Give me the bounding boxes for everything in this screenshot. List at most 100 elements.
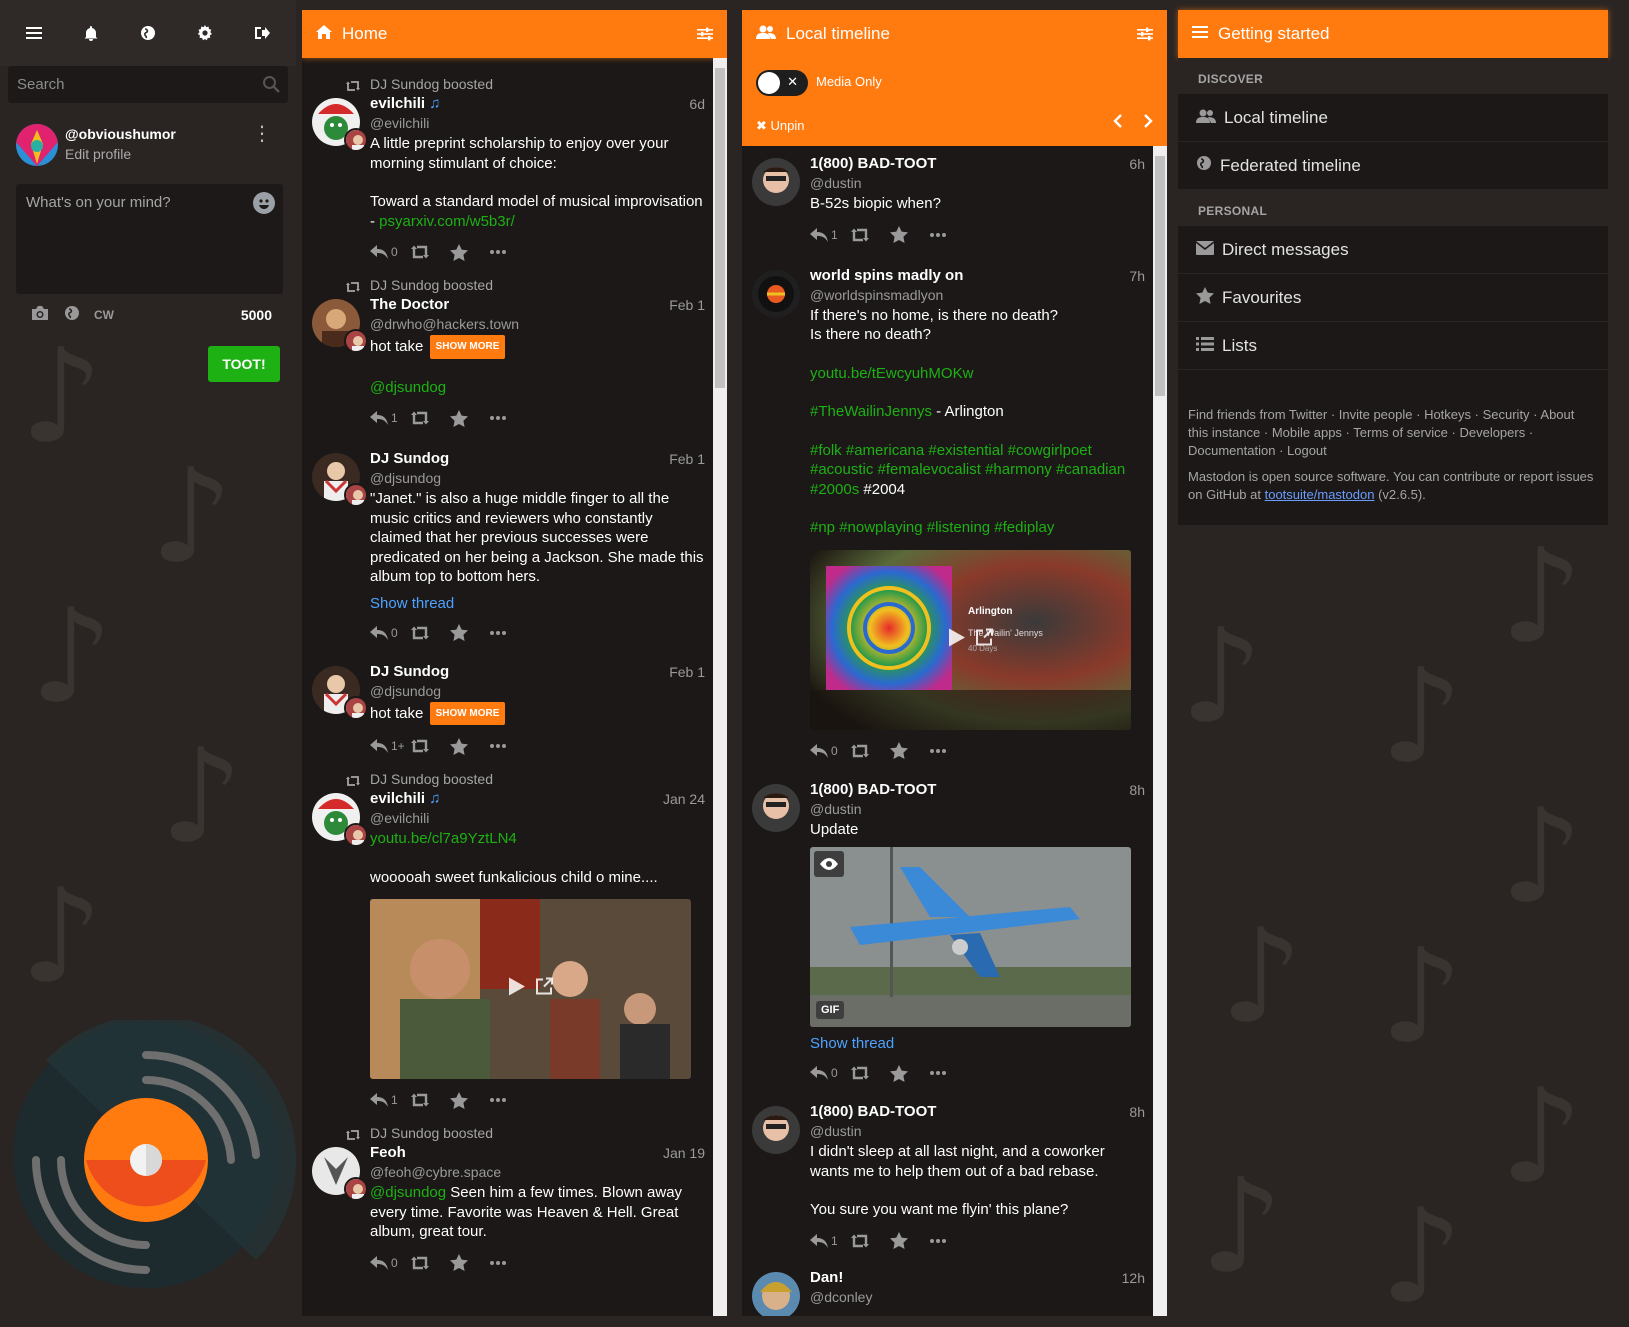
play-icon[interactable] (948, 628, 965, 651)
avatar[interactable] (312, 793, 368, 847)
boost-button[interactable] (410, 739, 450, 753)
display-name[interactable]: 1(800) BAD-TOOT (810, 780, 1145, 800)
toot-button[interactable]: TOOT! (208, 346, 280, 382)
account-handle[interactable]: @dconley (810, 1288, 1145, 1306)
boost-button[interactable] (410, 1256, 450, 1270)
display-name[interactable]: Feoh (370, 1143, 705, 1163)
display-name[interactable]: world spins madly on (810, 266, 1145, 286)
boost-button[interactable] (410, 626, 450, 640)
chevron-right-icon[interactable] (1143, 114, 1153, 133)
boost-button[interactable] (410, 245, 450, 259)
display-name[interactable]: Dan! (810, 1268, 1145, 1288)
favourite-button[interactable] (450, 1091, 490, 1109)
account-handle[interactable]: @drwho@hackers.town (370, 315, 705, 333)
reply-button[interactable]: 0 (370, 245, 410, 259)
avatar[interactable] (752, 269, 800, 318)
account-handle[interactable]: @djsundog (370, 682, 705, 700)
reply-button[interactable]: 1 (370, 411, 410, 425)
boost-button[interactable] (850, 228, 890, 242)
avatar[interactable] (312, 299, 368, 353)
timestamp[interactable]: Jan 24 (663, 789, 705, 809)
sliders-icon[interactable] (697, 27, 713, 41)
footer-link[interactable]: Developers (1459, 425, 1525, 440)
nav-federated-timeline[interactable]: Federated timeline (1178, 142, 1608, 190)
chevron-left-icon[interactable] (1113, 114, 1123, 133)
favourite-button[interactable] (450, 409, 490, 427)
boost-button[interactable] (850, 1066, 890, 1080)
timestamp[interactable]: 8h (1129, 1102, 1145, 1122)
status-item[interactable]: world spins madly on @worldspinsmadlyon … (742, 266, 1167, 766)
timestamp[interactable]: Feb 1 (669, 295, 705, 315)
more-icon[interactable] (490, 416, 530, 420)
footer-link[interactable]: Invite people (1339, 407, 1413, 422)
edit-profile-link[interactable]: Edit profile (65, 146, 131, 162)
column-header-home[interactable]: Home (302, 10, 727, 58)
show-more-button[interactable]: SHOW MORE (429, 335, 506, 359)
status-item[interactable]: 1(800) BAD-TOOT @dustin 6h B-52s biopic … (742, 154, 1167, 250)
globe-icon[interactable] (128, 13, 168, 53)
show-more-button[interactable]: SHOW MORE (429, 701, 506, 725)
display-name[interactable]: 1(800) BAD-TOOT (810, 154, 1145, 174)
globe-icon[interactable] (64, 305, 80, 326)
hashtag-link[interactable]: #acoustic #femalevocalist #harmony #cana… (810, 461, 1125, 478)
footer-link[interactable]: Hotkeys (1424, 407, 1471, 422)
account-handle[interactable]: @obvioushumor (65, 126, 176, 142)
status-item[interactable]: DJ Sundog boosted evilchili ♫ @evilchili… (302, 72, 727, 267)
favourite-button[interactable] (450, 737, 490, 755)
more-icon[interactable] (930, 748, 970, 753)
hashtag-link[interactable]: #TheWailinJennys (810, 403, 932, 420)
emoji-picker-icon[interactable] (253, 192, 275, 214)
avatar[interactable] (16, 124, 58, 166)
column-header-local[interactable]: Local timeline (742, 10, 1167, 58)
external-link-icon[interactable] (975, 628, 993, 651)
timestamp[interactable]: 6h (1129, 154, 1145, 174)
favourite-button[interactable] (450, 624, 490, 641)
avatar[interactable] (752, 1271, 800, 1316)
footer-link[interactable]: Logout (1287, 443, 1327, 458)
sliders-icon[interactable] (1137, 27, 1153, 41)
timestamp[interactable]: 8h (1129, 780, 1145, 800)
favourite-button[interactable] (890, 1064, 930, 1082)
column-header-getting-started[interactable]: Getting started (1178, 10, 1608, 58)
avatar[interactable] (312, 98, 368, 152)
timestamp[interactable]: 7h (1129, 266, 1145, 286)
footer-link[interactable]: Mobile apps (1272, 425, 1342, 440)
show-thread-link[interactable]: Show thread (810, 1035, 1145, 1052)
external-link-icon[interactable] (535, 977, 553, 1001)
favourite-button[interactable] (450, 1254, 490, 1271)
reply-button[interactable]: 0 (370, 625, 410, 640)
reply-button[interactable]: 1 (810, 1233, 850, 1248)
kebab-menu-icon[interactable]: ⋮ (252, 124, 272, 144)
avatar[interactable] (752, 1106, 800, 1154)
more-icon[interactable] (930, 232, 970, 237)
video-thumbnail[interactable]: Arlington The Wailin' Jennys 40 Days (810, 549, 1131, 730)
reply-button[interactable]: 1 (370, 1093, 410, 1107)
unpin-button[interactable]: ✖ Unpin (756, 118, 804, 134)
timestamp[interactable]: Feb 1 (669, 662, 705, 682)
repo-link[interactable]: tootsuite/mastodon (1265, 487, 1375, 502)
hashtag-link[interactable]: #2000s (810, 481, 859, 498)
status-item[interactable]: DJ Sundog boosted The Doctor @drwho@hack… (302, 273, 727, 433)
footer-link[interactable]: Security (1483, 407, 1530, 422)
display-name[interactable]: DJ Sundog (370, 449, 705, 469)
mention-link[interactable]: @djsundog (370, 379, 446, 396)
hashtag-link[interactable]: #np #nowplaying #listening #fediplay (810, 519, 1054, 536)
display-name[interactable]: The Doctor (370, 295, 705, 315)
account-handle[interactable]: @djsundog (370, 469, 705, 487)
account-handle[interactable]: @worldspinsmadlyon (810, 286, 1145, 304)
status-link[interactable]: youtu.be/tEwcyuhMOKw (810, 365, 973, 382)
account-handle[interactable]: @evilchili (370, 114, 705, 132)
more-icon[interactable] (490, 1098, 530, 1102)
more-icon[interactable] (490, 630, 530, 635)
account-handle[interactable]: @evilchili (370, 809, 705, 827)
mention-link[interactable]: @djsundog (370, 1184, 446, 1201)
status-link[interactable]: psyarxiv.com/w5b3r/ (379, 213, 515, 230)
show-thread-link[interactable]: Show thread (370, 595, 705, 612)
avatar[interactable] (312, 665, 368, 720)
media-only-toggle[interactable]: ✕ (756, 70, 808, 96)
status-item[interactable]: DJ Sundog @djsundog Feb 1 "Janet." is al… (302, 449, 727, 648)
display-name[interactable]: DJ Sundog (370, 662, 705, 682)
bell-icon[interactable] (71, 13, 111, 53)
reply-button[interactable]: 1 (810, 227, 850, 242)
content-warning-button[interactable]: CW (94, 308, 114, 322)
